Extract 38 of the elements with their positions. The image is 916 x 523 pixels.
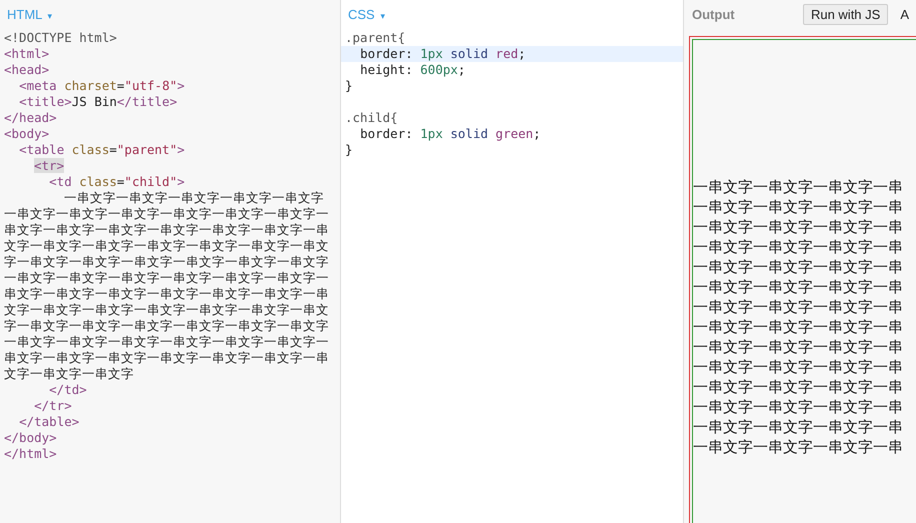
output-text-line: 一串文字一串文字一串文字一串 (693, 296, 904, 316)
code-line: </tr> (33, 398, 73, 414)
code-line: <body> (3, 126, 50, 142)
output-text-line: 一串文字一串文字一串文字一串 (693, 276, 904, 296)
code-line: border: 1px solid green; (359, 126, 542, 142)
code-line: <table class="parent"> (18, 142, 186, 158)
output-text-line: 一串文字一串文字一串文字一串 (693, 236, 904, 256)
output-text-line: 一串文字一串文字一串文字一串 (693, 376, 904, 396)
code-line: <meta charset="utf-8"> (18, 78, 186, 94)
output-text-line: 一串文字一串文字一串文字一串 (693, 356, 904, 376)
auto-run-toggle[interactable]: A (900, 6, 909, 22)
code-line: </table> (18, 414, 80, 430)
run-with-js-button[interactable]: Run with JS (802, 4, 888, 24)
code-line: .child{ (344, 110, 399, 126)
code-line: <head> (3, 62, 50, 78)
code-line: </td> (48, 382, 88, 398)
code-line: } (344, 142, 354, 158)
code-line: </html> (3, 446, 58, 462)
output-text-line: 一串文字一串文字一串文字一串 (693, 256, 904, 276)
code-line: height: 600px; (359, 62, 466, 78)
code-line: <!DOCTYPE html> (3, 30, 118, 46)
output-text-line: 一串文字一串文字一串文字一串 (693, 336, 904, 356)
output-text-line: 一串文字一串文字一串文字一串 (693, 316, 904, 336)
output-text-line: 一串文字一串文字一串文字一串 (693, 196, 904, 216)
output-panel-label: Output (692, 6, 736, 22)
output-text-line: 一串文字一串文字一串文字一串 (693, 176, 904, 196)
output-text-line: 一串文字一串文字一串文字一串 (693, 436, 904, 456)
code-line: } (344, 78, 354, 94)
code-line: 一串文字一串文字一串文字一串文字一串文字一串文字一串文字一串文字一串文字一串文字一串文字一串文字一串文字一串文字一串文字一串文字一串文字一串文字一串文字一串文字一串文字一串文字一串文字一串文字一串文字一串文字一串文字一串文字一串文字一串文字一串文字一串文字一串文字一串文字一串文字一串文字一串文字一串文字一串文字一串文字一串文字一串文字一串文字一串文字一串文字一串文字一串文字一串文字一串文字一串文字一串文字一串文字一串文字一串文字一串文字一串文字一串文字一串文字一串文字一串文字一串文字一串文字一串文字一串文字一串文字一串文字一串文字一串文字一串文字一串文字 (3, 190, 330, 382)
code-line: .parent{ (344, 30, 406, 46)
code-line: <td class="child"> (48, 174, 186, 190)
code-line: </body> (3, 430, 58, 446)
output-text-line: 一串文字一串文字一串文字一串 (693, 216, 904, 236)
code-line: </head> (3, 110, 58, 126)
code-line: <html> (3, 46, 50, 62)
output-text-line: 一串文字一串文字一串文字一串 (693, 396, 904, 416)
code-line: <title>JS Bin</title> (18, 94, 178, 110)
output-text-line: 一串文字一串文字一串文字一串 (693, 416, 904, 436)
